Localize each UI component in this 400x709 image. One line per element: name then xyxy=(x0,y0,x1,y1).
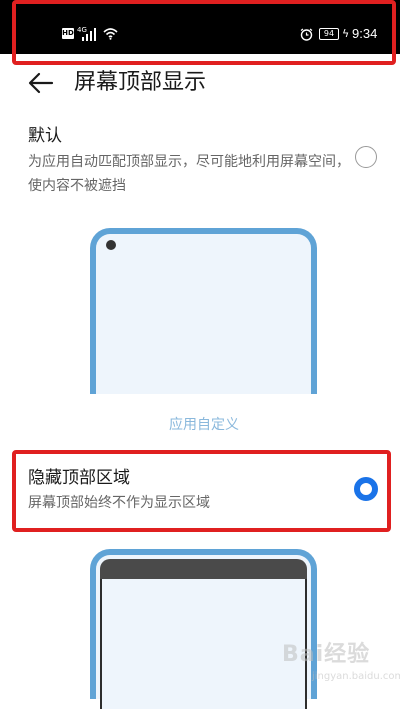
option-default-description: 为应用自动匹配顶部显示，尽可能地利用屏幕空间，使内容不被遮挡 xyxy=(28,154,350,194)
phone-illustration-default xyxy=(90,228,317,394)
option-default-title[interactable]: 默认 xyxy=(28,124,62,148)
option-custom-caption[interactable]: 应用自定义 xyxy=(0,414,400,436)
page-title: 屏幕顶部显示 xyxy=(74,70,207,95)
annotation-highlight-status-bar xyxy=(12,0,396,65)
baidu-watermark: Bai经验 xyxy=(282,642,371,667)
hidden-top-band xyxy=(100,559,307,579)
baidu-watermark-url: jingyan.baidu.com xyxy=(312,671,400,682)
back-arrow-icon[interactable] xyxy=(28,71,54,95)
annotation-highlight-hide-option xyxy=(12,450,391,532)
option-default-radio[interactable] xyxy=(355,146,377,168)
phone-inner-screen xyxy=(100,579,307,709)
phone-illustration-hide-top xyxy=(90,549,317,709)
front-camera-dot xyxy=(106,240,116,250)
